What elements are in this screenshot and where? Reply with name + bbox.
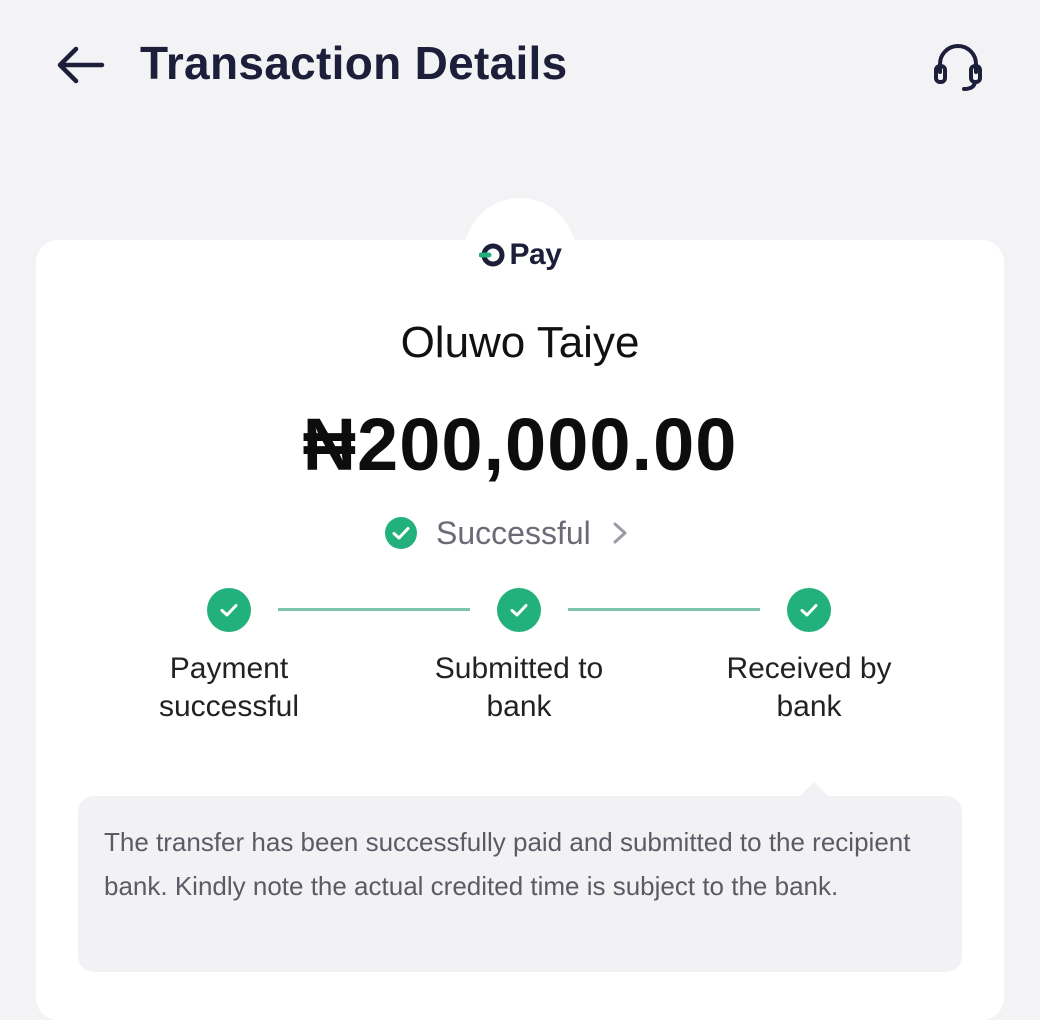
status-row[interactable]: Successful: [384, 510, 631, 556]
step-label-line: Submitted to: [434, 652, 604, 685]
info-note-text: The transfer has been successfully paid …: [104, 827, 911, 901]
recipient-name: Oluwo Taiye: [400, 318, 640, 367]
step-submitted-check: [497, 588, 541, 632]
check-icon: [800, 604, 818, 617]
check-icon: [510, 604, 528, 617]
opay-logo: Pay: [470, 232, 570, 278]
step-received-check: [787, 588, 831, 632]
progress-connector: [568, 608, 760, 611]
chevron-right-icon: [613, 522, 627, 544]
step-label-received: Received by bank: [689, 650, 929, 726]
progress-connector: [278, 608, 470, 611]
step-label-line: successful: [158, 690, 300, 723]
step-payment-check: [207, 588, 251, 632]
opay-logo-icon: [478, 243, 505, 267]
step-label-submitted: Submitted to bank: [399, 650, 639, 726]
step-label-payment: Payment successful: [109, 650, 349, 726]
back-button[interactable]: [52, 40, 108, 90]
status-label: Successful: [436, 514, 591, 551]
header-bar: Transaction Details: [0, 0, 1040, 130]
transaction-amount: ₦200,000.00: [302, 403, 738, 486]
opay-logo-text: Pay: [509, 238, 562, 271]
page-title: Transaction Details: [140, 37, 568, 89]
step-label-line: Payment: [169, 652, 289, 685]
customer-support-button[interactable]: [926, 38, 990, 94]
headset-icon: [934, 44, 982, 91]
check-circle-icon: [385, 517, 417, 549]
note-pointer: [800, 782, 828, 796]
arrow-left-icon: [57, 46, 105, 84]
step-label-line: bank: [486, 690, 552, 723]
step-label-line: bank: [776, 690, 842, 723]
check-icon: [220, 604, 238, 617]
step-label-line: Received by: [726, 652, 892, 685]
